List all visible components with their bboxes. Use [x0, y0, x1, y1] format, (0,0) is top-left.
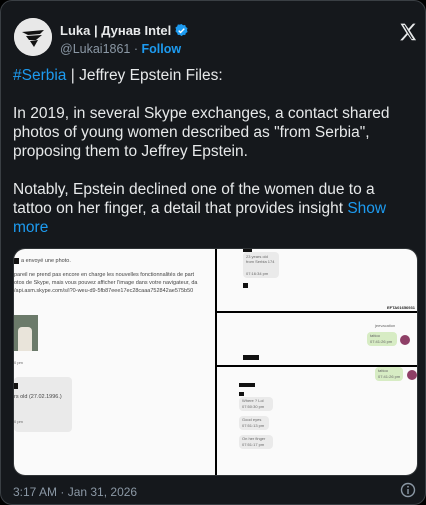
- redaction-bar: [239, 383, 255, 387]
- separator: ·: [133, 42, 139, 56]
- verified-badge-icon: [174, 23, 189, 41]
- age-line: rs old (27.02.1996.): [14, 394, 62, 400]
- avatar-logo-icon: [14, 18, 52, 56]
- skype-line-2: pareil ne prend pas encore en charge les…: [14, 272, 195, 278]
- redaction-bar: [239, 392, 244, 396]
- tweet-timestamp[interactable]: 3:17 AM · Jan 31, 2026: [13, 485, 137, 499]
- avatar[interactable]: [14, 18, 52, 56]
- tweet-line-1: #Serbia | Jeffrey Epstein Files:: [13, 67, 223, 84]
- message-time: 07:51:17 pm: [242, 442, 265, 447]
- message-text: 23 years old from Serbia 174: [246, 254, 275, 264]
- author-handle[interactable]: @Lukai1861: [60, 42, 130, 56]
- redaction-bar: [243, 283, 248, 288]
- skype-line-4: /api.asm.skype.com/s/i?0-weu-d9-5fb87eee…: [14, 288, 194, 294]
- shared-photo: [14, 315, 38, 351]
- redaction-bar: [243, 355, 259, 360]
- skype-line-1: a envoyé une photo.: [21, 258, 71, 264]
- x-logo-icon[interactable]: [398, 22, 418, 42]
- message-time: 07:50:30 pm: [242, 404, 265, 409]
- document-id: EFTA01656931: [387, 305, 415, 310]
- message-time: 07:51:13 pm: [242, 423, 265, 428]
- skype-line-3: otos de Skype, mais vous pouvez afficher…: [14, 280, 198, 286]
- user-avatar: [400, 335, 410, 345]
- tweet-card: Luka | Дунав Intel @Lukai1861 · Follow #…: [0, 0, 426, 505]
- time-1: 0 pm: [14, 360, 23, 365]
- user-avatar: [407, 370, 417, 380]
- tweet-paragraph-3: Notably, Epstein declined one of the wom…: [13, 181, 387, 236]
- screenshot-panel-right-middle: jeevacation tattoo 07:41:26 pm: [217, 313, 417, 365]
- hashtag-link[interactable]: #Serbia: [13, 67, 66, 84]
- screenshot-panel-left: a envoyé une photo. pareil ne prend pas …: [14, 249, 215, 475]
- redaction-bar: [14, 383, 18, 389]
- handle-row: @Lukai1861 · Follow: [60, 42, 181, 56]
- info-icon[interactable]: [400, 482, 416, 498]
- tweet-paragraph-2: In 2019, in several Skype exchanges, a c…: [13, 105, 390, 160]
- time-2: 0 pm: [14, 419, 23, 424]
- message-time: 07:16:34 pm: [246, 271, 269, 276]
- sender-name: jeevacation: [375, 323, 396, 328]
- screenshot-panel-right-top: 23 years old from Serbia 174 07:16:34 pm…: [217, 249, 417, 311]
- follow-button[interactable]: Follow: [142, 42, 182, 56]
- screenshot-panel-right-bottom: tattoo 07:41:26 pm Where ? Lol 07:50:30 …: [217, 367, 417, 475]
- message-time: 07:41:26 pm: [370, 339, 393, 344]
- redaction-bar: [14, 258, 19, 264]
- author-name[interactable]: Luka | Дунав Intel: [60, 23, 189, 41]
- message-time: 07:41:26 pm: [378, 374, 401, 379]
- tweet-text: #Serbia | Jeffrey Epstein Files: In 2019…: [13, 66, 415, 237]
- media-image[interactable]: a envoyé une photo. pareil ne prend pas …: [13, 248, 418, 476]
